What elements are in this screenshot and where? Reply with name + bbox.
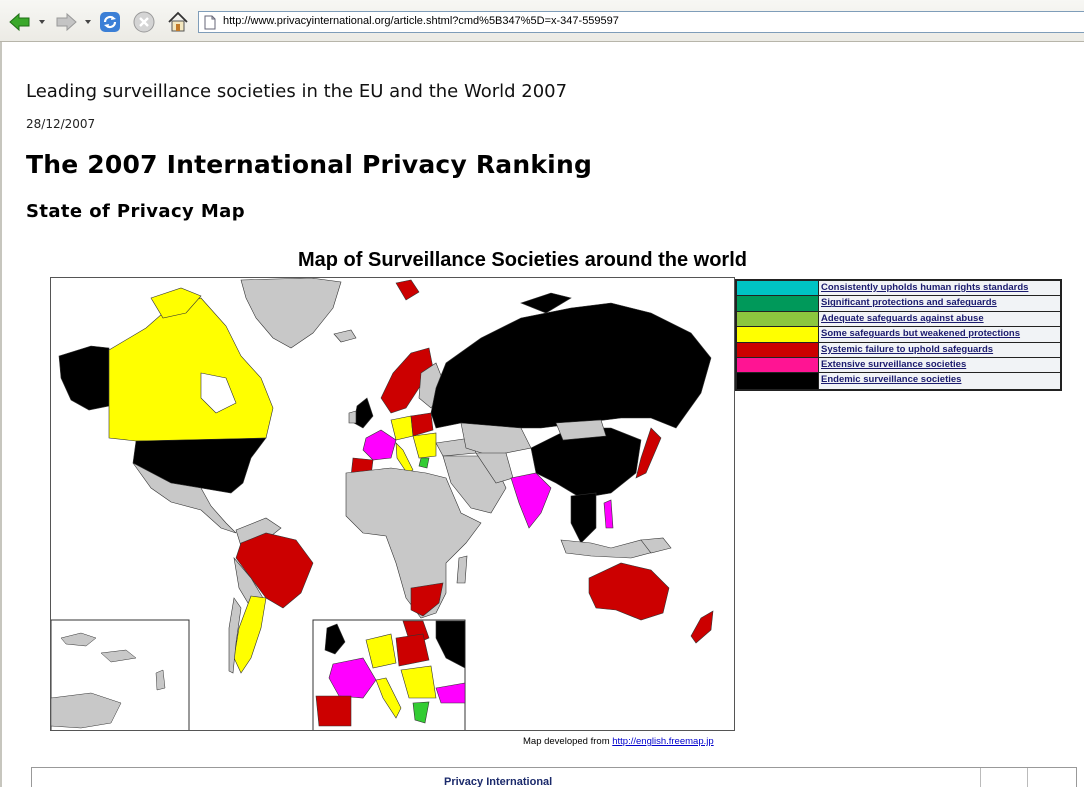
legend-label[interactable]: Consistently upholds human rights standa… (819, 281, 1060, 296)
article-date: 28/12/2007 (26, 117, 96, 131)
footer-table: Privacy International (31, 767, 1077, 787)
map-svalbard (395, 279, 420, 301)
map-south-africa (410, 582, 444, 617)
page-subtitle: State of Privacy Map (26, 201, 245, 222)
map-france (362, 429, 397, 461)
map-ireland (348, 410, 357, 424)
map-greece (418, 457, 430, 469)
inset-poland (395, 633, 430, 667)
legend-label[interactable]: Significant protections and safeguards (819, 296, 1060, 311)
map-germany (390, 415, 414, 441)
map-credit-text: Map developed from (523, 736, 613, 747)
page-icon (204, 15, 216, 30)
legend-swatch (737, 296, 819, 311)
inset-spain (315, 695, 352, 727)
map-uk (353, 397, 374, 429)
surveillance-world-map (50, 277, 735, 731)
map-canada (108, 297, 274, 447)
map-credit: Map developed from http://english.freema… (523, 736, 714, 747)
legend-row: Endemic surveillance societies (737, 373, 1060, 389)
inset-caribbean (51, 619, 190, 730)
map-greenland (240, 278, 342, 349)
legend-row: Systemic failure to uphold safeguards (737, 342, 1060, 358)
refresh-icon[interactable] (98, 10, 122, 34)
window-frame-edge (0, 42, 2, 787)
map-iceland (333, 329, 357, 343)
back-dropdown-icon[interactable] (38, 19, 46, 25)
map-italy (395, 442, 414, 474)
map-title: Map of Surveillance Societies around the… (298, 249, 747, 271)
map-madagascar (456, 555, 468, 584)
legend-swatch (737, 327, 819, 342)
inset-europe (312, 619, 466, 730)
back-arrow-icon[interactable] (8, 10, 32, 34)
legend-swatch (737, 373, 819, 389)
article-kicker: Leading surveillance societies in the EU… (26, 81, 568, 102)
map-australia (588, 562, 670, 621)
legend-label[interactable]: Endemic surveillance societies (819, 373, 1060, 389)
map-poland (410, 412, 434, 437)
footer-cell (980, 768, 1028, 787)
freemap-link[interactable]: http://english.freemap.jp (612, 736, 713, 747)
address-bar[interactable]: http://www.privacyinternational.org/arti… (198, 11, 1084, 33)
legend-swatch (737, 357, 819, 373)
footer-org-name: Privacy International (444, 776, 553, 787)
legend-row: Significant protections and safeguards (737, 296, 1060, 312)
legend-label[interactable]: Extensive surveillance societies (819, 357, 1060, 373)
legend-row: Adequate safeguards against abuse (737, 311, 1060, 328)
map-russia (430, 302, 712, 429)
legend-row: Some safeguards but weakened protections (737, 327, 1060, 343)
browser-toolbar: http://www.privacyinternational.org/arti… (0, 0, 1084, 42)
map-india (510, 472, 552, 529)
legend-row: Extensive surveillance societies (737, 357, 1060, 374)
map-philippines (603, 499, 614, 529)
page-title: The 2007 International Privacy Ranking (26, 150, 593, 179)
legend-label[interactable]: Some safeguards but weakened protections (819, 327, 1060, 342)
forward-arrow-icon[interactable] (54, 10, 78, 34)
map-japan (635, 427, 662, 479)
map-new-zealand (690, 610, 714, 644)
map-se-asia (570, 492, 597, 544)
home-icon[interactable] (166, 10, 190, 34)
legend-label[interactable]: Systemic failure to uphold safeguards (819, 342, 1060, 357)
map-alaska (58, 345, 110, 411)
address-url[interactable]: http://www.privacyinternational.org/arti… (223, 15, 619, 27)
legend-label[interactable]: Adequate safeguards against abuse (819, 311, 1060, 327)
stop-icon[interactable] (132, 10, 156, 34)
map-balkans (412, 432, 437, 459)
legend-swatch (737, 311, 819, 327)
legend-row: Consistently upholds human rights standa… (737, 281, 1060, 297)
legend-swatch (737, 342, 819, 357)
map-legend: Consistently upholds human rights standa… (735, 279, 1062, 391)
legend-swatch (737, 281, 819, 296)
forward-dropdown-icon[interactable] (84, 19, 92, 25)
